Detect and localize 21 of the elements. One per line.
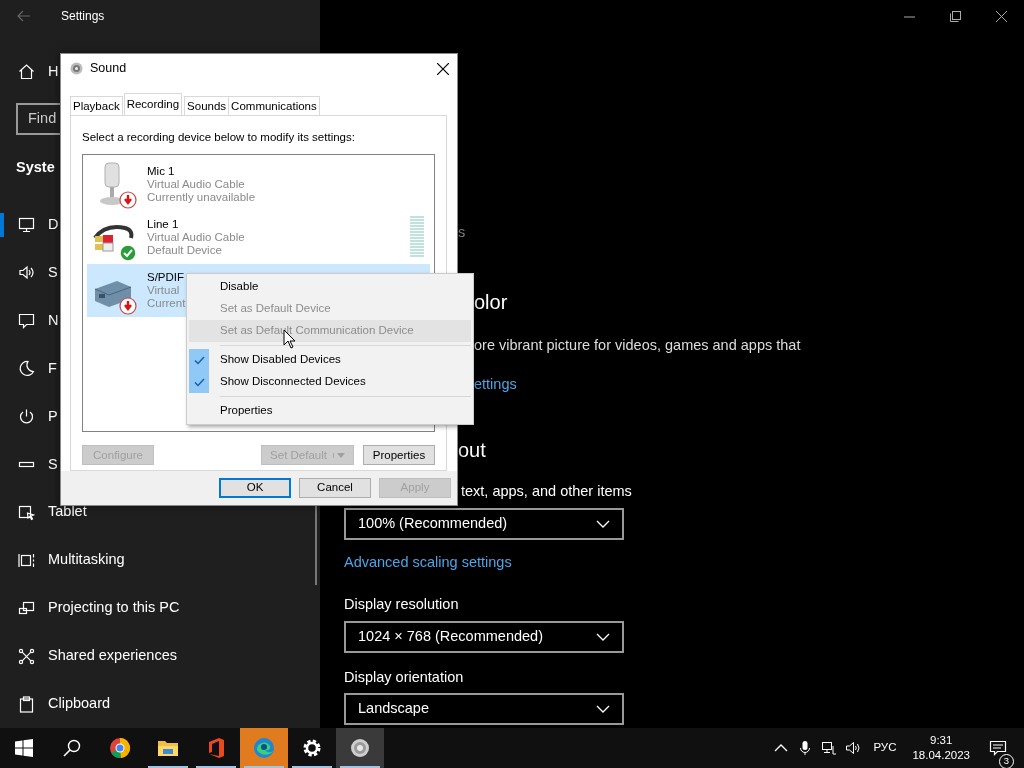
field-label: Display resolution (344, 594, 459, 614)
dialog-title: Sound (90, 60, 127, 78)
device-name: Line 1 (147, 218, 180, 232)
device-driver: Virtual (147, 284, 181, 298)
device-driver: Virtual Audio Cable (147, 231, 245, 245)
window-title: Settings (61, 8, 105, 26)
description-text: ore vibrant picture for videos, games and apps that (474, 335, 801, 355)
notification-count: 3 (999, 754, 1014, 768)
device-name: S/PDIF (147, 271, 186, 285)
device-driver: Virtual Audio Cable (147, 178, 246, 192)
device-status: Default Device (147, 244, 223, 258)
field-label: text, apps, and other items (461, 482, 632, 502)
text-fragment: s (458, 223, 466, 242)
section-heading: Syste (16, 157, 55, 177)
field-label: Display orientation (344, 667, 464, 687)
device-status: Current (147, 297, 186, 311)
device-name: Mic 1 (147, 165, 176, 179)
section-heading: out (458, 438, 486, 464)
device-status: Currently unavailable (147, 191, 256, 205)
section-heading: olor (474, 289, 508, 315)
instruction-text: Select a recording device below to modify its settings: (82, 130, 356, 145)
